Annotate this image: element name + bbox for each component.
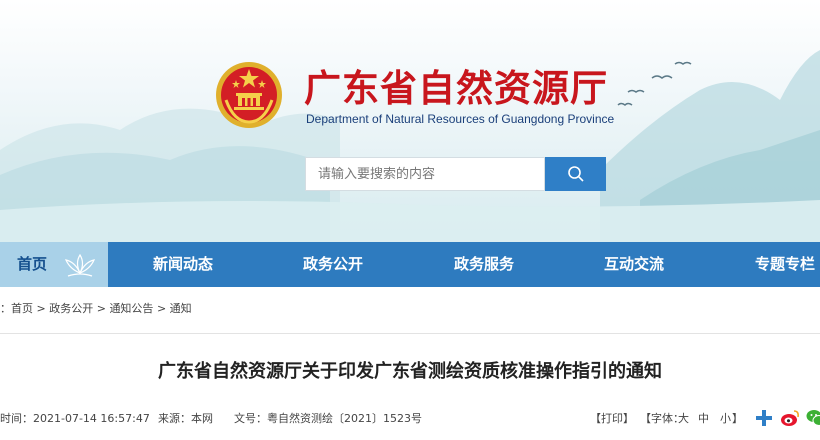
breadcrumb-prefix: ： xyxy=(0,302,11,315)
nav-item-news[interactable]: 新闻动态 xyxy=(153,242,213,287)
breadcrumb-notice[interactable]: 通知 xyxy=(170,302,192,315)
nav-item-topics[interactable]: 专题专栏 xyxy=(755,242,815,287)
font-large-button[interactable]: 大 xyxy=(678,410,689,426)
site-subtitle: Department of Natural Resources of Guang… xyxy=(306,112,615,126)
site-title[interactable]: 广东省自然资源厅 xyxy=(304,58,608,112)
header-banner: 广东省自然资源厅 Department of Natural Resources… xyxy=(0,0,820,242)
nav-item-services[interactable]: 政务服务 xyxy=(454,242,514,287)
breadcrumb-notices[interactable]: 通知公告 xyxy=(109,302,153,315)
article-title: 广东省自然资源厅关于印发广东省测绘资质核准操作指引的通知 xyxy=(158,361,662,382)
nav-item-label: 首页 xyxy=(17,255,48,273)
divider xyxy=(0,333,820,334)
article-meta: 时间：2021-07-14 16:57:47 来源：本网 文号：粤自然资测绘〔2… xyxy=(0,408,820,428)
font-size-close: 】 xyxy=(732,412,743,425)
wechat-icon[interactable] xyxy=(806,408,820,428)
nav-item-gov-affairs[interactable]: 政务公开 xyxy=(303,242,363,287)
search-icon xyxy=(567,166,584,182)
article-source: 来源：本网 xyxy=(158,412,213,425)
main-nav: 首页 新闻动态 政务公开 政务服务 互动交流 专题专栏 xyxy=(0,242,820,287)
document-number: 文号：粤自然资测绘〔2021〕1523号 xyxy=(234,412,422,425)
search-input[interactable]: 请输入要搜索的内容 xyxy=(305,157,545,191)
birds-icon xyxy=(617,61,692,106)
lotus-icon xyxy=(64,253,96,277)
national-emblem-icon xyxy=(214,60,284,130)
font-medium-button[interactable]: 中 xyxy=(698,410,709,426)
weibo-icon[interactable] xyxy=(780,408,800,428)
search-button[interactable] xyxy=(545,157,606,191)
nav-item-home[interactable]: 首页 xyxy=(0,242,108,287)
breadcrumb-separator: > xyxy=(36,302,46,315)
breadcrumb-separator: > xyxy=(156,302,167,315)
publish-time: 时间：2021-07-14 16:57:47 xyxy=(0,412,150,425)
share-plus-icon[interactable] xyxy=(754,408,774,428)
nav-item-interaction[interactable]: 互动交流 xyxy=(604,242,664,287)
breadcrumb: ：首页 > 政务公开 > 通知公告 > 通知 xyxy=(0,300,820,320)
breadcrumb-separator: > xyxy=(96,302,106,315)
breadcrumb-home[interactable]: 首页 xyxy=(11,302,33,315)
breadcrumb-gov-affairs[interactable]: 政务公开 xyxy=(49,302,93,315)
print-button[interactable]: 【打印】 xyxy=(590,410,634,426)
font-small-button[interactable]: 小 xyxy=(720,410,731,426)
